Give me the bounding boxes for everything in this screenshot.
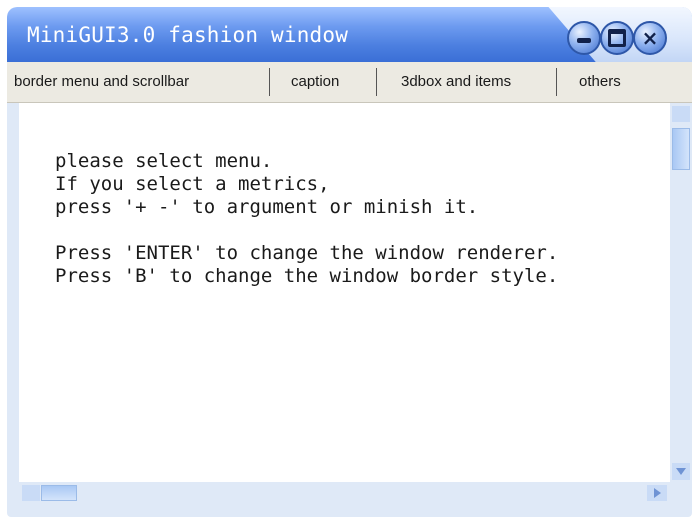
scrollbar-corner bbox=[670, 482, 692, 504]
instruction-line: please select menu. bbox=[55, 150, 273, 172]
vertical-scrollbar[interactable] bbox=[670, 103, 692, 482]
minimize-button[interactable] bbox=[567, 21, 601, 55]
minimize-icon bbox=[577, 37, 591, 43]
menu-item-border-menu-and-scrollbar[interactable]: border menu and scrollbar bbox=[14, 62, 189, 102]
menu-separator bbox=[269, 68, 270, 96]
instruction-line: press '+ -' to argument or minish it. bbox=[55, 196, 479, 218]
scroll-down-button[interactable] bbox=[672, 463, 690, 480]
instruction-line: Press 'B' to change the window border st… bbox=[55, 265, 559, 287]
vertical-scroll-thumb[interactable] bbox=[672, 128, 690, 170]
minigui-window: MiniGUI3.0 fashion window × border menu … bbox=[7, 7, 692, 517]
instruction-line bbox=[55, 219, 558, 242]
chevron-right-icon bbox=[653, 488, 661, 498]
horizontal-scroll-thumb[interactable] bbox=[41, 485, 77, 501]
menu-bar: border menu and scrollbar caption 3dbox … bbox=[7, 62, 692, 103]
scroll-up-button[interactable] bbox=[672, 106, 690, 122]
maximize-icon bbox=[608, 29, 626, 47]
window-title: MiniGUI3.0 fashion window bbox=[27, 23, 349, 47]
close-button[interactable]: × bbox=[633, 21, 667, 55]
menu-item-3dbox-and-items[interactable]: 3dbox and items bbox=[401, 62, 511, 102]
horizontal-scrollbar[interactable] bbox=[19, 482, 670, 504]
close-icon: × bbox=[641, 26, 659, 50]
title-bar[interactable]: MiniGUI3.0 fashion window × bbox=[7, 7, 692, 62]
instruction-line: Press 'ENTER' to change the window rende… bbox=[55, 242, 559, 264]
menu-item-others[interactable]: others bbox=[579, 62, 621, 102]
menu-separator bbox=[376, 68, 377, 96]
menu-item-caption[interactable]: caption bbox=[291, 62, 339, 102]
scroll-right-button[interactable] bbox=[647, 485, 667, 501]
client-area[interactable]: please select menu. If you select a metri… bbox=[19, 103, 670, 482]
chevron-down-icon bbox=[676, 468, 686, 475]
instructions-text: please select menu. If you select a metri… bbox=[55, 150, 558, 288]
scroll-left-button[interactable] bbox=[22, 485, 40, 501]
maximize-button[interactable] bbox=[600, 21, 634, 55]
menu-separator bbox=[556, 68, 557, 96]
instruction-line: If you select a metrics, bbox=[55, 173, 330, 195]
